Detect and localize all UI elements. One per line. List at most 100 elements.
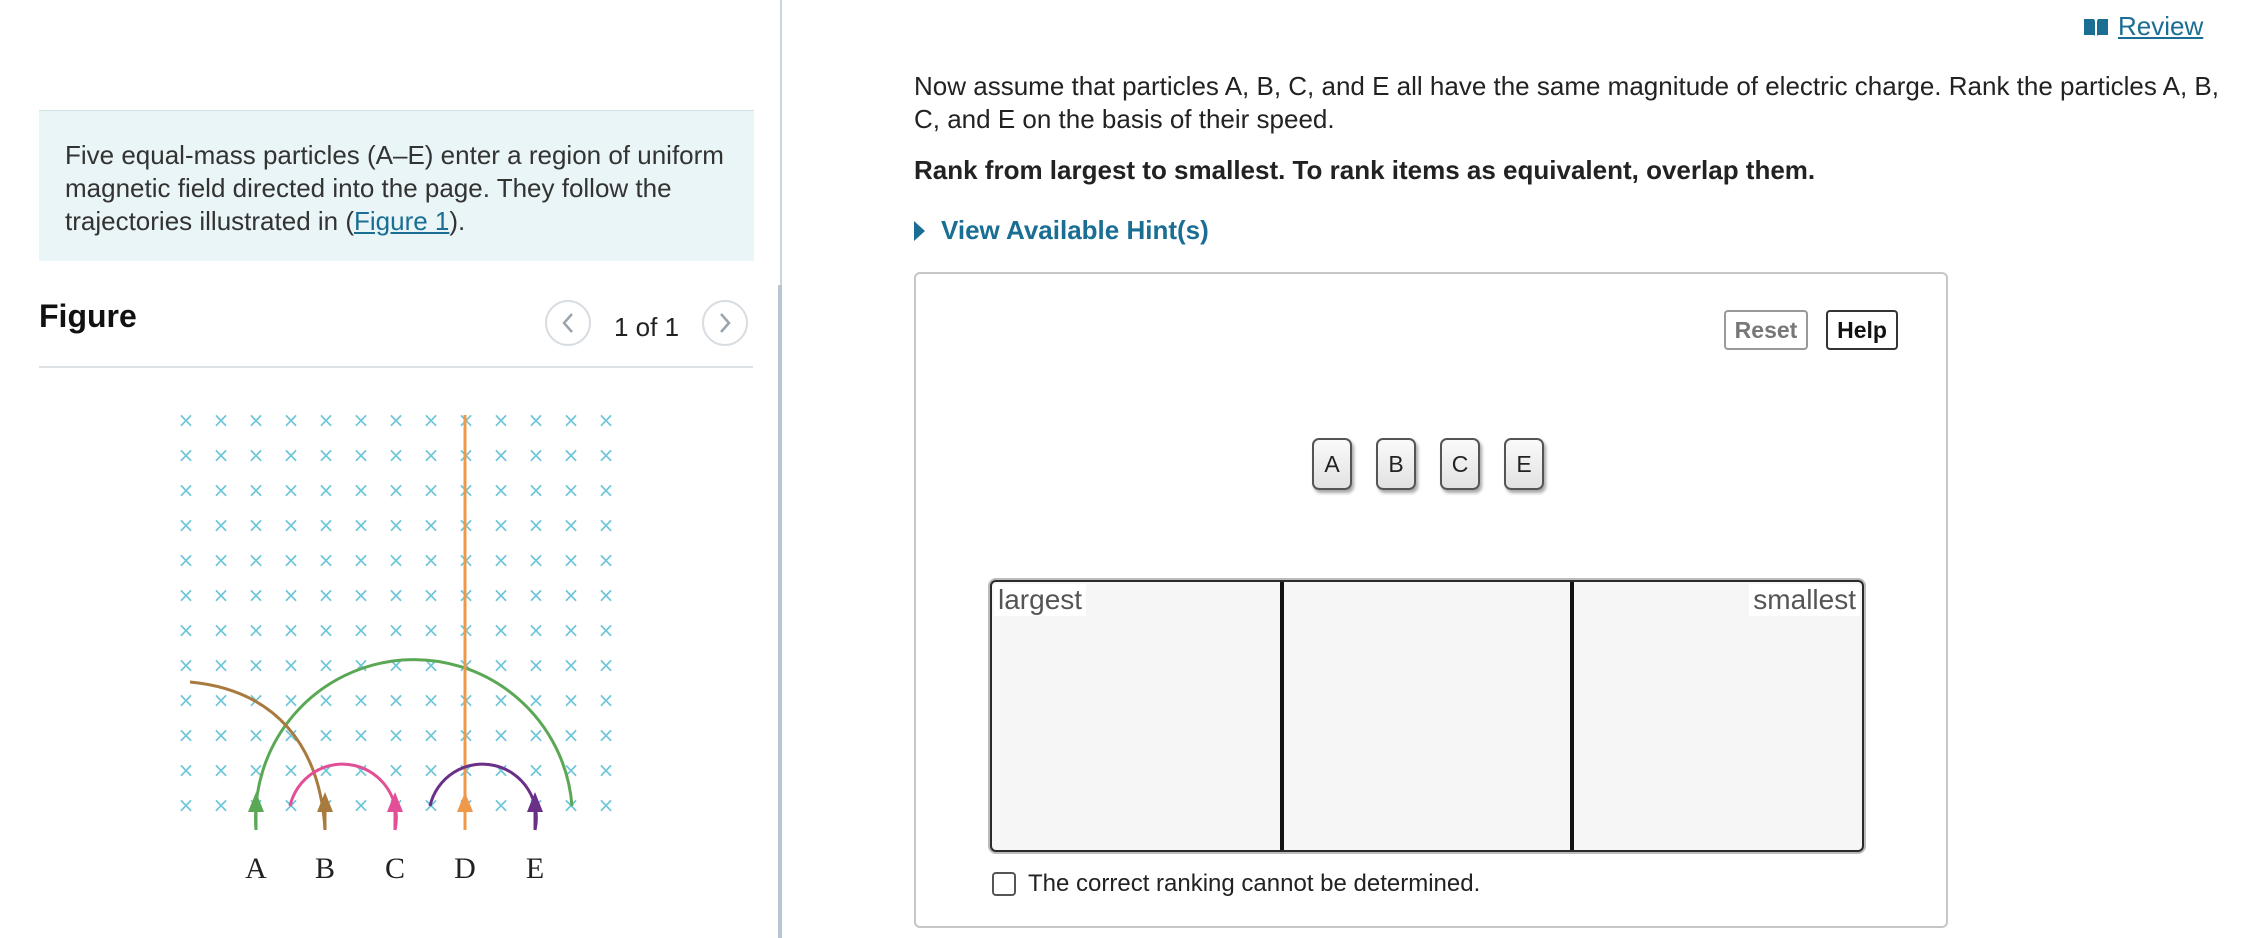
field-cross: ×: [283, 618, 300, 642]
field-cross: ×: [213, 443, 230, 467]
field-cross: ×: [493, 583, 510, 607]
field-cross: ×: [248, 513, 265, 537]
field-cross: ×: [423, 688, 440, 712]
field-cross: ×: [283, 583, 300, 607]
field-cross: ×: [248, 583, 265, 607]
field-cross: ×: [528, 583, 545, 607]
field-cross: ×: [563, 478, 580, 502]
smallest-label: smallest: [1749, 584, 1860, 616]
field-cross: ×: [283, 443, 300, 467]
cannot-determine-checkbox[interactable]: [992, 872, 1016, 896]
draggable-item-b[interactable]: B: [1376, 438, 1416, 490]
field-cross: ×: [318, 548, 335, 572]
field-cross: ×: [178, 583, 195, 607]
field-cross: ×: [283, 688, 300, 712]
field-cross: ×: [528, 478, 545, 502]
field-cross: ×: [283, 408, 300, 432]
field-cross: ×: [528, 548, 545, 572]
review-link[interactable]: Review: [2082, 11, 2203, 42]
field-cross: ×: [213, 513, 230, 537]
field-cross: ×: [388, 723, 405, 747]
trajectory-figure: × × × × × × × × × × × × × × × × × × × × × × × × × × × × × × × × × × × × × × × ×…: [178, 408, 615, 885]
field-cross: ×: [598, 723, 615, 747]
field-cross: ×: [178, 513, 195, 537]
hint-toggle[interactable]: View Available Hint(s): [914, 215, 1209, 246]
field-cross: ×: [213, 548, 230, 572]
magnetic-field-grid: × × × × × × × × × × × × × × × × × × × × × × × × × × × × × × × × × × × × × × × ×…: [178, 408, 615, 817]
rank-separator: [1570, 582, 1574, 850]
field-cross: ×: [528, 653, 545, 677]
figure-pager: 1 of 1: [614, 312, 680, 342]
field-cross: ×: [213, 478, 230, 502]
field-cross: ×: [178, 793, 195, 817]
field-cross: ×: [353, 548, 370, 572]
trajectory-C: [288, 762, 398, 831]
field-cross: ×: [213, 723, 230, 747]
field-cross: ×: [283, 758, 300, 782]
ranking-drop-area[interactable]: largest smallest: [990, 580, 1864, 852]
field-cross: ×: [388, 478, 405, 502]
field-cross: ×: [598, 408, 615, 432]
prev-figure-button[interactable]: [545, 300, 591, 346]
field-cross: ×: [493, 723, 510, 747]
field-cross: ×: [283, 653, 300, 677]
chevron-left-icon: [562, 313, 573, 333]
field-cross: ×: [493, 443, 510, 467]
field-cross: ×: [388, 618, 405, 642]
help-button[interactable]: Help: [1826, 310, 1898, 350]
field-cross: ×: [493, 548, 510, 572]
draggable-item-e[interactable]: E: [1504, 438, 1544, 490]
field-cross: ×: [318, 653, 335, 677]
field-cross: ×: [598, 443, 615, 467]
particle-label-b: B: [315, 852, 335, 885]
field-cross: ×: [178, 443, 195, 467]
field-cross: ×: [353, 478, 370, 502]
draggable-item-a[interactable]: A: [1312, 438, 1352, 490]
particle-label-a: A: [245, 852, 267, 885]
field-cross: ×: [528, 758, 545, 782]
field-cross: ×: [318, 408, 335, 432]
field-cross: ×: [493, 618, 510, 642]
field-cross: ×: [598, 618, 615, 642]
field-cross: ×: [213, 688, 230, 712]
field-cross: ×: [423, 583, 440, 607]
figure-divider: [39, 366, 753, 368]
draggable-item-c[interactable]: C: [1440, 438, 1480, 490]
review-label: Review: [2118, 11, 2204, 41]
field-cross: ×: [213, 583, 230, 607]
field-cross: ×: [423, 478, 440, 502]
field-cross: ×: [493, 478, 510, 502]
field-cross: ×: [528, 618, 545, 642]
pane-divider-handle[interactable]: [778, 285, 782, 938]
field-cross: ×: [248, 443, 265, 467]
rank-separator: [1280, 582, 1284, 850]
cannot-determine-option[interactable]: The correct ranking cannot be determined…: [992, 870, 1480, 898]
field-cross: ×: [493, 688, 510, 712]
field-cross: ×: [248, 723, 265, 747]
field-cross: ×: [388, 513, 405, 537]
field-cross: ×: [318, 443, 335, 467]
field-cross: ×: [213, 653, 230, 677]
field-cross: ×: [563, 583, 580, 607]
field-cross: ×: [493, 793, 510, 817]
problem-intro: Five equal-mass particles (A–E) enter a …: [39, 110, 754, 261]
figure-link[interactable]: Figure 1: [354, 206, 449, 236]
reset-button[interactable]: Reset: [1724, 310, 1808, 350]
field-cross: ×: [528, 443, 545, 467]
field-cross: ×: [248, 618, 265, 642]
field-cross: ×: [318, 618, 335, 642]
field-cross: ×: [178, 653, 195, 677]
field-cross: ×: [283, 513, 300, 537]
field-cross: ×: [353, 793, 370, 817]
largest-label: largest: [994, 584, 1087, 616]
cannot-determine-label: The correct ranking cannot be determined…: [1028, 870, 1481, 897]
question-text: Now assume that particles A, B, C, and E…: [914, 71, 2219, 134]
trajectory-E: [428, 762, 538, 831]
field-cross: ×: [353, 443, 370, 467]
field-cross: ×: [178, 548, 195, 572]
left-pane: Five equal-mass particles (A–E) enter a …: [0, 0, 780, 938]
book-icon: [2084, 18, 2108, 36]
particle-label-c: C: [385, 852, 405, 885]
trajectory-A: [254, 658, 574, 831]
next-figure-button[interactable]: [702, 300, 748, 346]
